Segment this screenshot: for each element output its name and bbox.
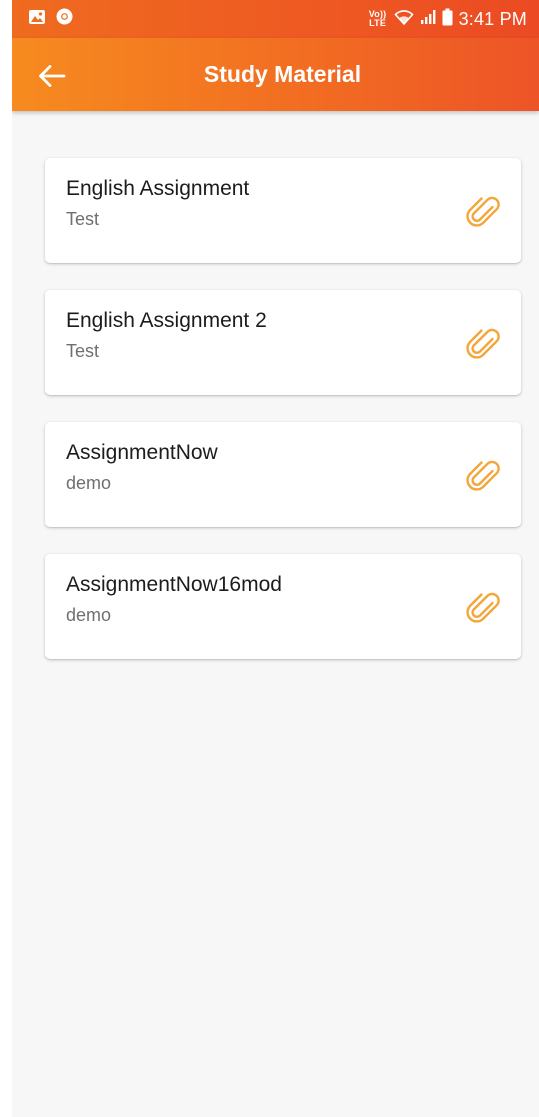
status-time: 3:41 PM bbox=[458, 8, 527, 29]
item-title: AssignmentNow bbox=[66, 441, 218, 464]
item-subtitle: demo bbox=[66, 473, 112, 493]
paperclip-icon[interactable] bbox=[465, 325, 503, 363]
paperclip-icon[interactable] bbox=[465, 193, 503, 231]
battery-icon bbox=[442, 8, 453, 31]
arrow-left-icon bbox=[39, 65, 66, 87]
item-title: AssignmentNow16mod bbox=[66, 573, 282, 596]
chrome-icon bbox=[56, 8, 73, 30]
gallery-icon bbox=[28, 9, 46, 30]
status-notifications bbox=[28, 8, 73, 30]
volte-icon: Vo)) LTE bbox=[368, 10, 388, 28]
item-subtitle: demo bbox=[66, 605, 112, 625]
item-title: English Assignment bbox=[66, 177, 250, 200]
page-title: Study Material bbox=[203, 61, 362, 87]
study-material-screen: Vo)) LTE 3:41 PM Study Material English … bbox=[12, 0, 539, 1117]
item-title: English Assignment 2 bbox=[66, 309, 267, 332]
list-item[interactable]: AssignmentNow demo bbox=[45, 422, 521, 527]
item-subtitle: Test bbox=[66, 209, 100, 229]
back-button[interactable] bbox=[34, 58, 70, 94]
list-item[interactable]: English Assignment 2 Test bbox=[45, 290, 521, 395]
paperclip-icon[interactable] bbox=[465, 589, 503, 627]
status-system: Vo)) LTE 3:41 PM bbox=[368, 0, 527, 38]
wifi-icon bbox=[393, 9, 414, 30]
list-item[interactable]: AssignmentNow16mod demo bbox=[45, 554, 521, 659]
item-subtitle: Test bbox=[66, 341, 100, 361]
paperclip-icon[interactable] bbox=[465, 457, 503, 495]
app-bar: Study Material bbox=[12, 38, 539, 111]
list-item[interactable]: English Assignment Test bbox=[45, 158, 521, 263]
study-material-list: English Assignment Test English Assignme… bbox=[45, 158, 521, 686]
status-bar: Vo)) LTE 3:41 PM bbox=[12, 0, 539, 38]
signal-icon bbox=[420, 9, 436, 30]
network-label: Vo)) LTE bbox=[368, 9, 387, 28]
